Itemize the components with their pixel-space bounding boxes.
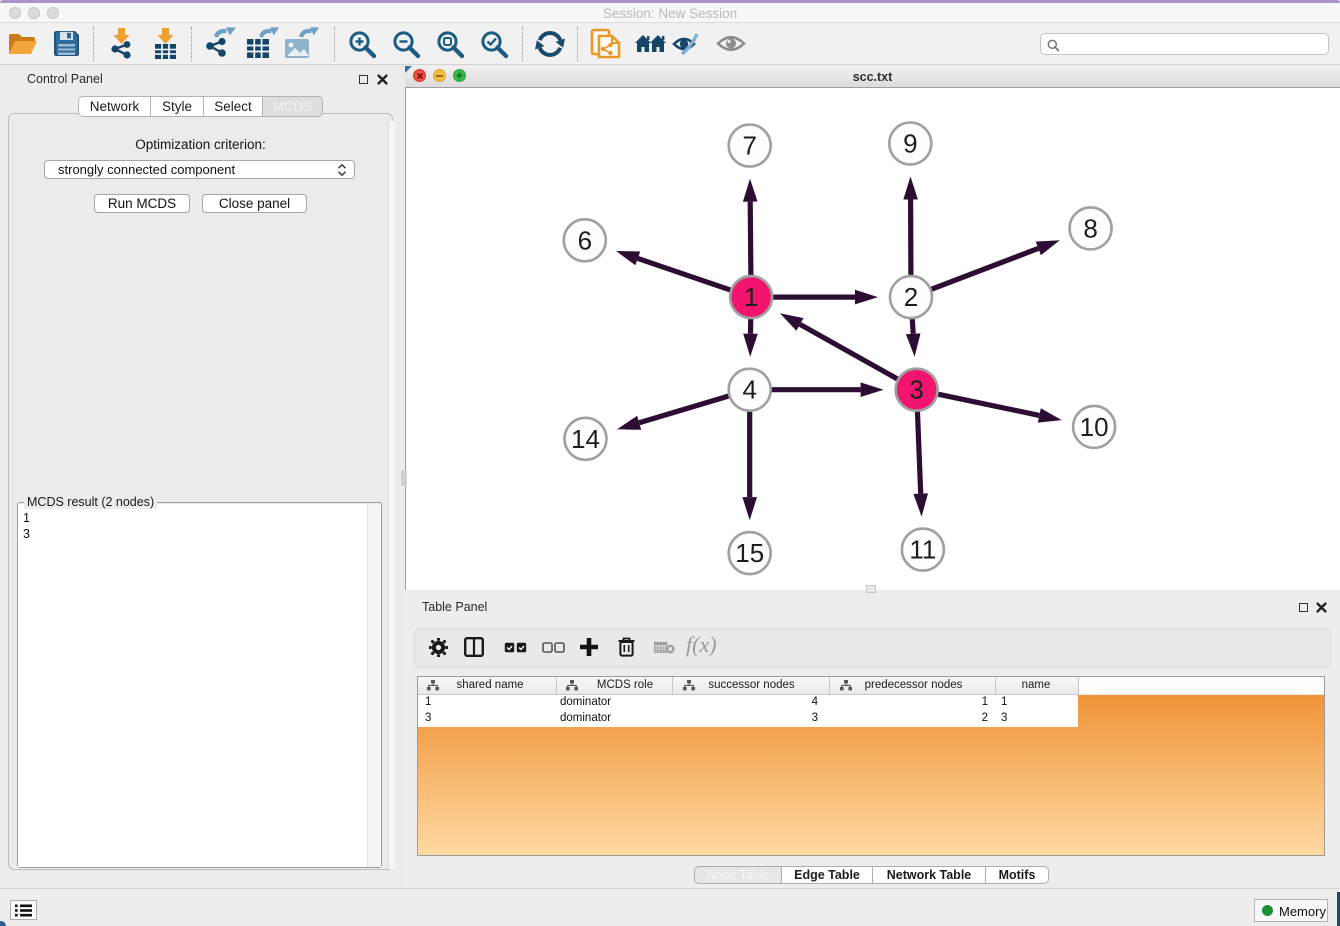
svg-text:3: 3 [909, 375, 923, 405]
svg-text:9: 9 [903, 129, 917, 159]
svg-text:7: 7 [742, 131, 756, 161]
svg-text:6: 6 [578, 225, 592, 255]
svg-text:2: 2 [904, 282, 918, 312]
svg-text:11: 11 [909, 535, 936, 565]
svg-text:8: 8 [1083, 213, 1097, 243]
svg-text:1: 1 [744, 282, 758, 312]
svg-text:4: 4 [742, 375, 756, 405]
svg-text:10: 10 [1080, 412, 1109, 442]
svg-text:15: 15 [735, 538, 764, 568]
svg-text:14: 14 [571, 424, 600, 454]
